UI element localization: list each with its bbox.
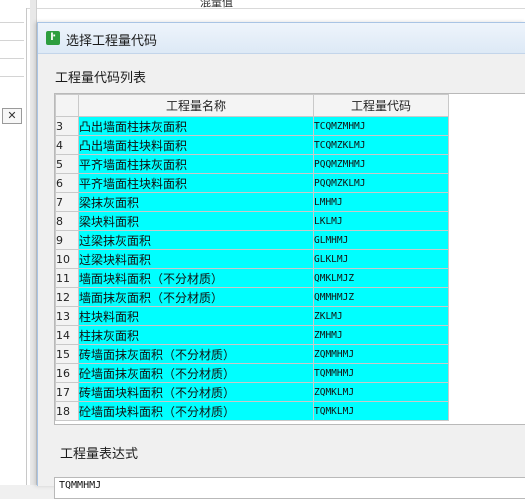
background-row-line (0, 22, 24, 23)
row-number: 6 (55, 173, 79, 193)
row-number: 14 (55, 325, 79, 345)
quantity-name-cell[interactable]: 凸出墙面柱抹灰面积 (78, 116, 314, 136)
table-row[interactable]: 7 梁抹灰面积 LMHMJ (55, 192, 449, 212)
table-row[interactable]: 18 砼墙面块料面积（不分材质） TQMKLMJ (55, 401, 449, 421)
row-number: 8 (55, 211, 79, 231)
quantity-code-cell[interactable]: ZKLMJ (313, 306, 449, 326)
row-number: 3 (55, 116, 79, 136)
row-number: 7 (55, 192, 79, 212)
expression-input[interactable]: TQMMHMJ (54, 477, 525, 499)
row-number: 16 (55, 363, 79, 383)
row-number: 11 (55, 268, 79, 288)
table-row[interactable]: 9 过梁抹灰面积 GLMHMJ (55, 230, 449, 250)
row-number: 17 (55, 382, 79, 402)
quantity-code-cell[interactable]: TQMMHMJ (313, 363, 449, 383)
background-row-line (0, 58, 24, 59)
quantity-name-cell[interactable]: 凸出墙面柱块料面积 (78, 135, 314, 155)
quantity-name-cell[interactable]: 过梁抹灰面积 (78, 230, 314, 250)
table-row[interactable]: 13 柱块料面积 ZKLMJ (55, 306, 449, 326)
background-row-line (0, 40, 24, 41)
quantity-code-cell[interactable]: ZMHMJ (313, 325, 449, 345)
table-row[interactable]: 4 凸出墙面柱块料面积 TCQMZKLMJ (55, 135, 449, 155)
quantity-name-cell[interactable]: 柱块料面积 (78, 306, 314, 326)
select-quantity-code-dialog: ŀ 选择工程量代码 工程量代码列表 工程量名称 工程量代码 3 凸出墙面柱抹灰面积… (37, 22, 525, 499)
table-row[interactable]: 14 柱抹灰面积 ZMHMJ (55, 325, 449, 345)
quantity-code-cell[interactable]: ZQMMHMJ (313, 344, 449, 364)
quantity-code-cell[interactable]: GLMHMJ (313, 230, 449, 250)
quantity-name-cell[interactable]: 平齐墙面柱块料面积 (78, 173, 314, 193)
quantity-code-cell[interactable]: LMHMJ (313, 192, 449, 212)
table-row[interactable]: 3 凸出墙面柱抹灰面积 TCQMZMHMJ (55, 116, 449, 136)
column-header-code[interactable]: 工程量代码 (313, 94, 449, 117)
background-left-panel (0, 8, 27, 485)
background-top-row: 混量值 (0, 0, 525, 9)
row-number: 13 (55, 306, 79, 326)
table-row[interactable]: 16 砼墙面抹灰面积（不分材质） TQMMHMJ (55, 363, 449, 383)
row-number: 4 (55, 135, 79, 155)
quantity-name-cell[interactable]: 砖墙面抹灰面积（不分材质） (78, 344, 314, 364)
quantity-code-cell[interactable]: QMMHMJZ (313, 287, 449, 307)
quantity-name-cell[interactable]: 过梁块料面积 (78, 249, 314, 269)
quantity-code-cell[interactable]: TCQMZKLMJ (313, 135, 449, 155)
quantity-name-cell[interactable]: 梁抹灰面积 (78, 192, 314, 212)
row-number: 5 (55, 154, 79, 174)
quantity-code-grid[interactable]: 工程量名称 工程量代码 3 凸出墙面柱抹灰面积 TCQMZMHMJ 4 凸出墙面柱块料面… (54, 93, 525, 425)
dialog-titlebar[interactable]: ŀ 选择工程量代码 (38, 23, 525, 54)
quantity-name-cell[interactable]: 砼墙面抹灰面积（不分材质） (78, 363, 314, 383)
table-row[interactable]: 6 平齐墙面柱块料面积 PQQMZKLMJ (55, 173, 449, 193)
table-row[interactable]: 10 过梁块料面积 GLKLMJ (55, 249, 449, 269)
quantity-code-cell[interactable]: PQQMZMHMJ (313, 154, 449, 174)
quantity-code-cell[interactable]: QMKLMJZ (313, 268, 449, 288)
table-row[interactable]: 17 砖墙面块料面积（不分材质） ZQMKLMJ (55, 382, 449, 402)
quantity-name-cell[interactable]: 墙面块料面积（不分材质） (78, 268, 314, 288)
quantity-name-cell[interactable]: 砼墙面块料面积（不分材质） (78, 401, 314, 421)
background-row-line (0, 76, 24, 77)
quantity-name-cell[interactable]: 砖墙面块料面积（不分材质） (78, 382, 314, 402)
background-close-icon[interactable]: ✕ (2, 108, 22, 124)
quantity-code-cell[interactable]: LKLMJ (313, 211, 449, 231)
dialog-title: 选择工程量代码 (66, 34, 158, 49)
table-row[interactable]: 12 墙面抹灰面积（不分材质） QMMHMJZ (55, 287, 449, 307)
app-icon: ŀ (46, 31, 60, 45)
table-row[interactable]: 8 梁块料面积 LKLMJ (55, 211, 449, 231)
quantity-code-cell[interactable]: ZQMKLMJ (313, 382, 449, 402)
code-list-label: 工程量代码列表 (55, 71, 147, 86)
expression-value: TQMMHMJ (59, 480, 102, 491)
column-header-name[interactable]: 工程量名称 (78, 94, 314, 117)
quantity-code-cell[interactable]: TQMKLMJ (313, 401, 449, 421)
table-row[interactable]: 5 平齐墙面柱抹灰面积 PQQMZMHMJ (55, 154, 449, 174)
quantity-code-cell[interactable]: PQQMZKLMJ (313, 173, 449, 193)
row-number: 12 (55, 287, 79, 307)
background-splitter (30, 0, 37, 485)
row-number-header (55, 94, 79, 117)
quantity-code-cell[interactable]: GLKLMJ (313, 249, 449, 269)
quantity-name-cell[interactable]: 平齐墙面柱抹灰面积 (78, 154, 314, 174)
row-number: 9 (55, 230, 79, 250)
row-number: 18 (55, 401, 79, 421)
quantity-name-cell[interactable]: 墙面抹灰面积（不分材质） (78, 287, 314, 307)
table-row[interactable]: 15 砖墙面抹灰面积（不分材质） ZQMMHMJ (55, 344, 449, 364)
table-row[interactable]: 11 墙面块料面积（不分材质） QMKLMJZ (55, 268, 449, 288)
quantity-name-cell[interactable]: 梁块料面积 (78, 211, 314, 231)
background-cell-text: 混量值 (200, 0, 233, 9)
row-number: 10 (55, 249, 79, 269)
quantity-code-cell[interactable]: TCQMZMHMJ (313, 116, 449, 136)
row-number: 15 (55, 344, 79, 364)
quantity-name-cell[interactable]: 柱抹灰面积 (78, 325, 314, 345)
expression-label: 工程量表达式 (60, 447, 139, 462)
